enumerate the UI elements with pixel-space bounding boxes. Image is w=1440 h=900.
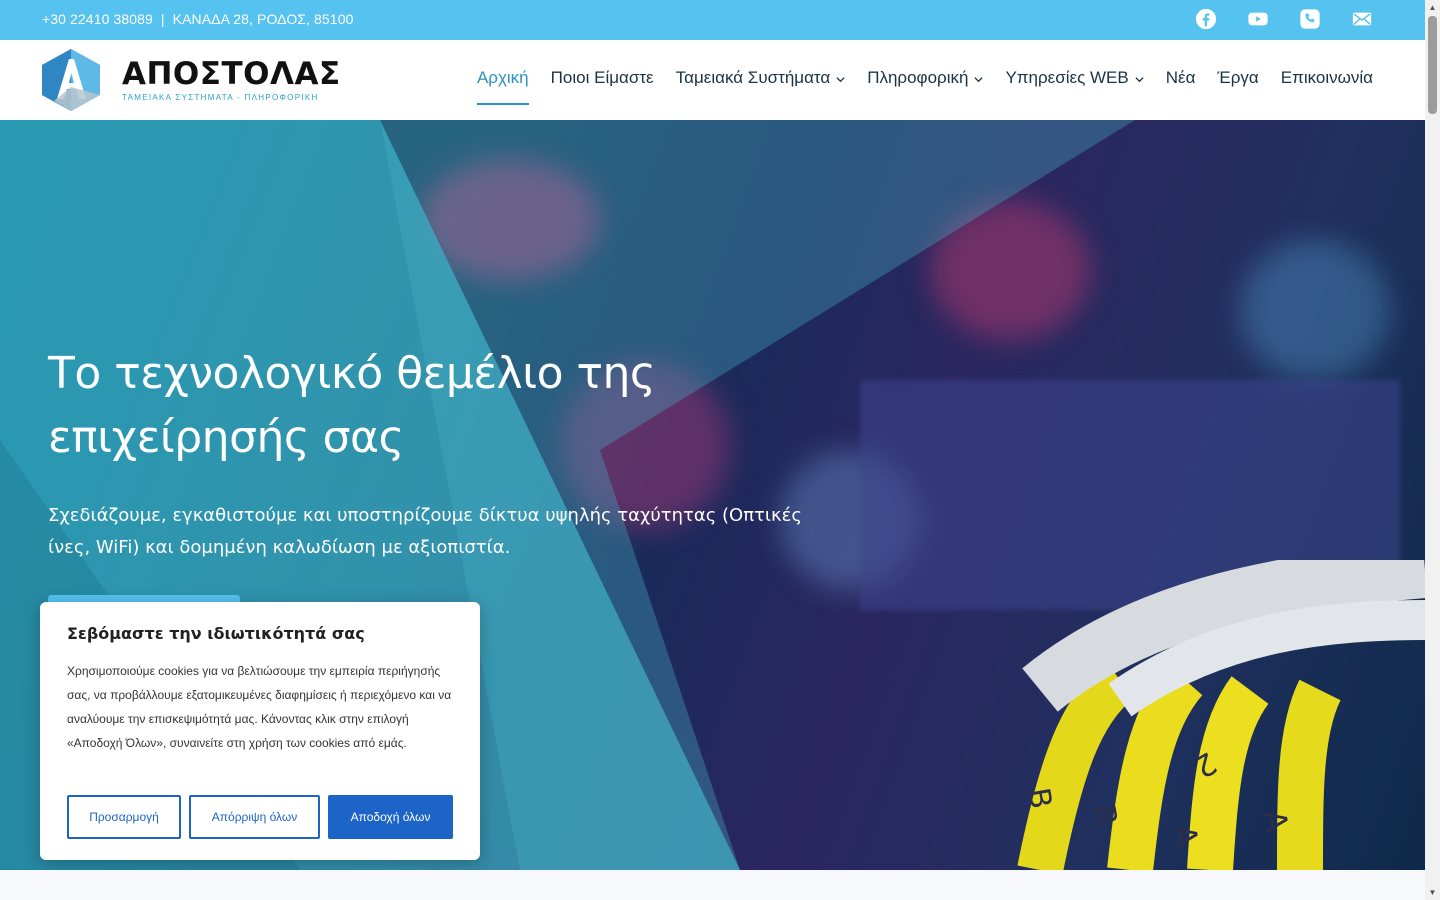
logo-tagline: ΤΑΜΕΙΑΚΑ ΣΥΣΤΗΜΑΤΑ - ΠΛΗΡΟΦΟΡΙΚΗ bbox=[122, 93, 319, 102]
scrollbar-thumb[interactable] bbox=[1428, 16, 1437, 114]
hero-fiber-cables: B B 2 A A bbox=[1017, 560, 1425, 870]
nav-item-label: Αρχική bbox=[476, 68, 529, 87]
nav-item-label: Υπηρεσίες WEB bbox=[1005, 68, 1129, 87]
cookie-buttons: Προσαρμογή Απόρριψη όλων Αποδοχή όλων bbox=[67, 795, 453, 839]
chevron-down-icon bbox=[836, 76, 845, 82]
nav-item-web-services[interactable]: Υπηρεσίες WEB bbox=[1005, 68, 1144, 88]
chevron-down-icon bbox=[1135, 76, 1144, 82]
contact-separator: | bbox=[160, 11, 165, 27]
nav-item-label: Νέα bbox=[1165, 68, 1196, 87]
address: ΚΑΝΑΔΑ 28, ΡΟΔΟΣ, 85100 bbox=[172, 11, 354, 27]
page-scrollbar[interactable]: ▲ ▼ bbox=[1425, 0, 1440, 900]
nav-item-label: Έργα bbox=[1217, 68, 1259, 87]
nav-item-label: Επικοινωνία bbox=[1280, 68, 1373, 87]
scroll-up-icon[interactable]: ▲ bbox=[1428, 3, 1437, 12]
nav-item-label: Ποιοι Είμαστε bbox=[550, 68, 654, 87]
main-nav: Αρχική Ποιοι Είμαστε Ταμειακά Συστήματα … bbox=[455, 68, 1373, 105]
social-icons bbox=[1195, 8, 1375, 32]
cookie-text: Χρησιμοποιούμε cookies για να βελτιώσουμ… bbox=[67, 664, 452, 750]
nav-item-contact[interactable]: Επικοινωνία bbox=[1281, 68, 1373, 88]
cookie-consent-banner: Σεβόμαστε την ιδιωτικότητά σας Χρησιμοπο… bbox=[40, 602, 480, 860]
hero-title-line: Το τεχνολογικό θεμέλιο της bbox=[48, 348, 656, 399]
nav-item-cash-registers[interactable]: Ταμειακά Συστήματα bbox=[676, 68, 846, 88]
customize-button[interactable]: Προσαρμογή bbox=[67, 795, 181, 839]
accept-all-button[interactable]: Αποδοχή όλων bbox=[328, 795, 453, 839]
hero-title-line: επιχείρησής σας bbox=[48, 412, 404, 463]
nav-item-label: Ταμειακά Συστήματα bbox=[675, 68, 831, 87]
nav-item-projects[interactable]: Έργα bbox=[1217, 68, 1258, 88]
hero-subtitle: Σχεδιάζουμε, εγκαθιστούμε και υποστηρίζο… bbox=[48, 500, 802, 564]
contact-info: +30 22410 38089 | ΚΑΝΑΔΑ 28, ΡΟΔΟΣ, 85100 bbox=[42, 11, 353, 27]
chevron-down-icon bbox=[974, 76, 984, 82]
nav-item-home[interactable]: Αρχική bbox=[476, 68, 529, 105]
hero-title: Το τεχνολογικό θεμέλιο της επιχείρησής σ… bbox=[48, 342, 656, 470]
page-content-strip bbox=[0, 870, 1425, 900]
nav-item-it[interactable]: Πληροφορική bbox=[867, 68, 984, 88]
nav-item-news[interactable]: Νέα bbox=[1166, 68, 1196, 88]
hero-subtitle-line: Σχεδιάζουμε, εγκαθιστούμε και υποστηρίζο… bbox=[48, 505, 802, 526]
hero-subtitle-line: ίνες, WiFi) και δομημένη καλωδίωση με αξ… bbox=[48, 537, 511, 558]
cookie-title: Σεβόμαστε την ιδιωτικότητά σας bbox=[67, 624, 365, 643]
youtube-icon[interactable] bbox=[1247, 8, 1271, 32]
top-bar: +30 22410 38089 | ΚΑΝΑΔΑ 28, ΡΟΔΟΣ, 85100 bbox=[0, 0, 1425, 40]
phone-number[interactable]: +30 22410 38089 bbox=[42, 11, 153, 27]
logo[interactable]: ΑΠΟΣΤΟΛΑΣ ΤΑΜΕΙΑΚΑ ΣΥΣΤΗΜΑΤΑ - ΠΛΗΡΟΦΟΡΙ… bbox=[40, 47, 341, 113]
scroll-down-icon[interactable]: ▼ bbox=[1428, 888, 1437, 897]
phone-icon[interactable] bbox=[1299, 8, 1323, 32]
nav-item-about[interactable]: Ποιοι Είμαστε bbox=[551, 68, 654, 88]
site-header: ΑΠΟΣΤΟΛΑΣ ΤΑΜΕΙΑΚΑ ΣΥΣΤΗΜΑΤΑ - ΠΛΗΡΟΦΟΡΙ… bbox=[0, 40, 1425, 120]
mail-icon[interactable] bbox=[1351, 8, 1375, 32]
facebook-icon[interactable] bbox=[1195, 8, 1219, 32]
nav-item-label: Πληροφορική bbox=[867, 68, 969, 87]
reject-all-button[interactable]: Απόρριψη όλων bbox=[189, 795, 320, 839]
logo-mark-icon bbox=[42, 49, 100, 111]
logo-name: ΑΠΟΣΤΟΛΑΣ bbox=[122, 56, 341, 92]
